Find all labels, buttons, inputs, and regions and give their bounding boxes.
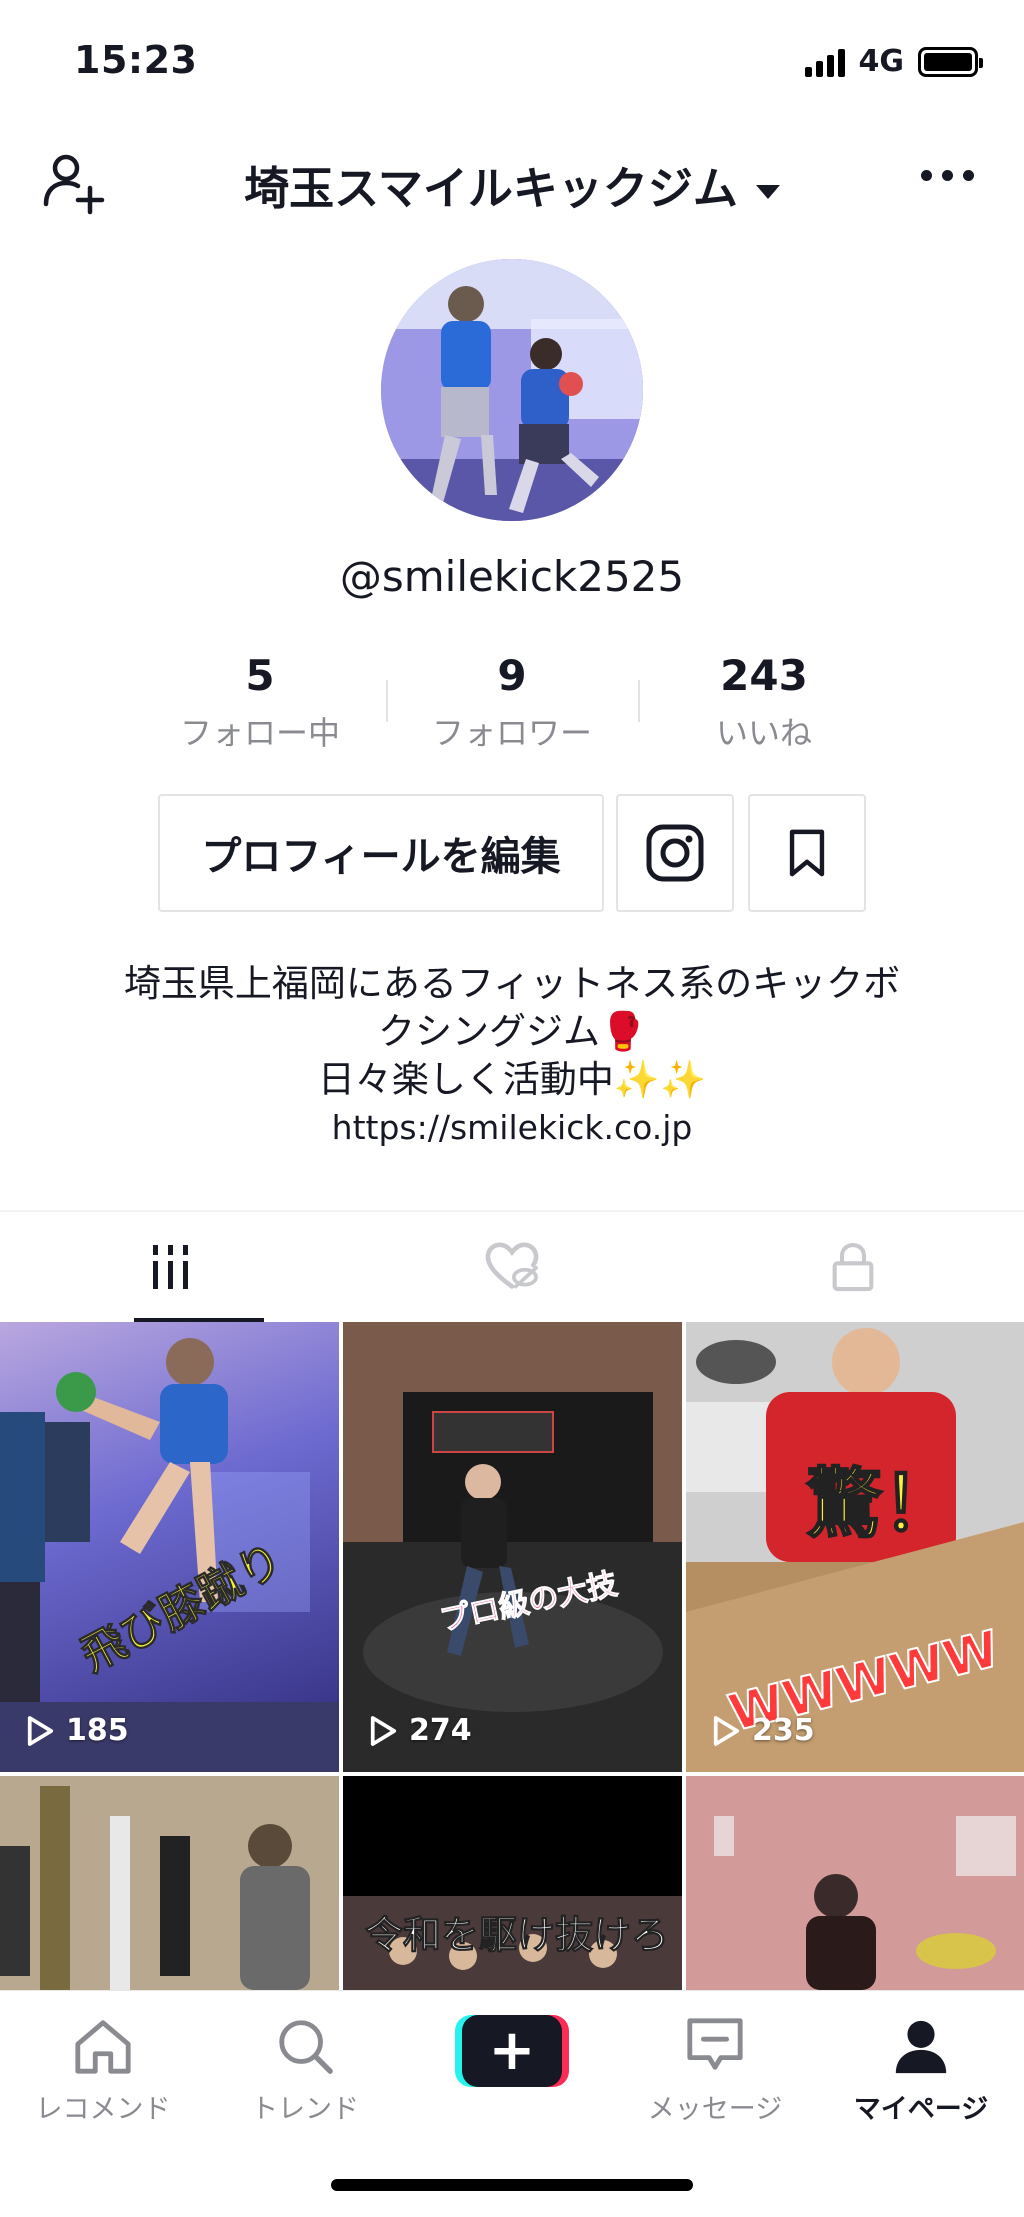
bio-line: クシングジム🥊 <box>377 1010 647 1053</box>
lock-icon <box>832 1242 874 1292</box>
profile-icon <box>895 2020 947 2074</box>
play-icon <box>713 1715 740 1746</box>
tab-videos[interactable] <box>0 1212 341 1322</box>
bio-line: 日々楽しく活動中✨✨ <box>317 1058 707 1101</box>
nav-messages[interactable]: メッセージ <box>630 2009 800 2126</box>
bottom-navigation: レコメンド トレンド + メッセージ マイページ <box>0 1990 1024 2217</box>
video-thumbnail[interactable] <box>0 1776 339 1990</box>
home-indicator[interactable] <box>331 2179 693 2191</box>
nav-trends[interactable]: トレンド <box>220 2009 390 2126</box>
edit-profile-button[interactable]: プロフィールを編集 <box>158 794 604 912</box>
account-name: 埼玉スマイルキックジム <box>244 162 738 215</box>
stat-label: フォロー中 <box>179 714 340 752</box>
view-count-value: 185 <box>66 1713 129 1748</box>
view-count: 185 <box>26 1713 129 1748</box>
plus-icon: + <box>462 2015 562 2087</box>
profile-header: 埼玉スマイルキックジム <box>0 130 1024 230</box>
username: @smilekick2525 <box>339 552 685 601</box>
search-icon <box>279 2020 333 2074</box>
grid-icon <box>152 1245 188 1289</box>
stat-following[interactable]: 5 フォロー中 <box>134 650 386 752</box>
avatar[interactable] <box>381 259 643 521</box>
status-indicators: 4G <box>804 44 983 79</box>
nav-label: マイページ <box>853 2094 989 2125</box>
stat-label: フォロワー <box>431 714 592 752</box>
network-type: 4G <box>858 44 905 79</box>
message-icon <box>687 2018 743 2070</box>
bio-line: 埼玉県上福岡にあるフィットネス系のキックボ <box>123 962 901 1005</box>
view-count-value: 274 <box>409 1713 472 1748</box>
nav-label: メッセージ <box>647 2094 783 2125</box>
video-caption: 令和を駆け抜けろ <box>364 1913 670 1958</box>
nav-label: レコメンド <box>35 2094 171 2125</box>
video-thumbnail[interactable]: 驚！ WWWWW 235 <box>686 1322 1024 1772</box>
signal-icon <box>804 47 845 77</box>
status-time: 15:23 <box>74 38 198 82</box>
stat-label: いいね <box>715 714 812 752</box>
instagram-button[interactable] <box>616 794 734 912</box>
video-thumbnail[interactable] <box>686 1776 1024 1990</box>
status-bar: 15:23 4G <box>0 0 1024 120</box>
video-grid: 飛び膝蹴り 185 プロ級の大技 274 驚！ WWWWW 235 令和を駆け抜… <box>0 1322 1024 1990</box>
stat-value: 243 <box>720 651 808 700</box>
view-count: 235 <box>712 1713 815 1748</box>
account-switcher[interactable]: 埼玉スマイルキックジム <box>0 152 1024 217</box>
content-tabs <box>0 1210 1024 1322</box>
chevron-down-icon <box>755 185 780 199</box>
video-thumbnail[interactable]: 令和を駆け抜けろ <box>343 1776 682 1990</box>
video-thumbnail[interactable]: プロ級の大技 274 <box>343 1322 682 1772</box>
more-dots-icon[interactable] <box>921 170 974 181</box>
favorites-button[interactable] <box>748 794 866 912</box>
nav-home[interactable]: レコメンド <box>18 2009 188 2126</box>
home-icon <box>75 2020 131 2074</box>
play-icon <box>370 1715 397 1746</box>
nav-mypage[interactable]: マイページ <box>836 2009 1006 2126</box>
view-count-value: 235 <box>752 1713 815 1748</box>
profile-stats: 5 フォロー中 9 フォロワー 243 いいね <box>134 650 890 752</box>
video-caption: 驚！ <box>805 1458 959 1549</box>
bookmark-icon <box>789 829 825 877</box>
video-thumbnail[interactable]: 飛び膝蹴り 185 <box>0 1322 339 1772</box>
liked-heart-icon <box>485 1242 539 1289</box>
battery-icon <box>918 46 983 77</box>
create-video-button[interactable]: + <box>455 2015 569 2087</box>
profile-bio: 埼玉県上福岡にあるフィットネス系のキックボ クシングジム🥊 日々楽しく活動中✨✨… <box>80 960 944 1152</box>
view-count: 274 <box>369 1713 472 1748</box>
tab-liked[interactable] <box>341 1212 682 1322</box>
stat-likes[interactable]: 243 いいね <box>638 650 890 752</box>
bio-link[interactable]: https://smilekick.co.jp <box>80 1104 944 1152</box>
stat-followers[interactable]: 9 フォロワー <box>386 650 638 752</box>
stat-value: 5 <box>245 651 275 700</box>
nav-label: トレンド <box>251 2094 359 2125</box>
tab-private[interactable] <box>683 1212 1024 1322</box>
play-icon <box>27 1715 54 1746</box>
instagram-icon <box>646 824 704 882</box>
stat-value: 9 <box>497 651 527 700</box>
